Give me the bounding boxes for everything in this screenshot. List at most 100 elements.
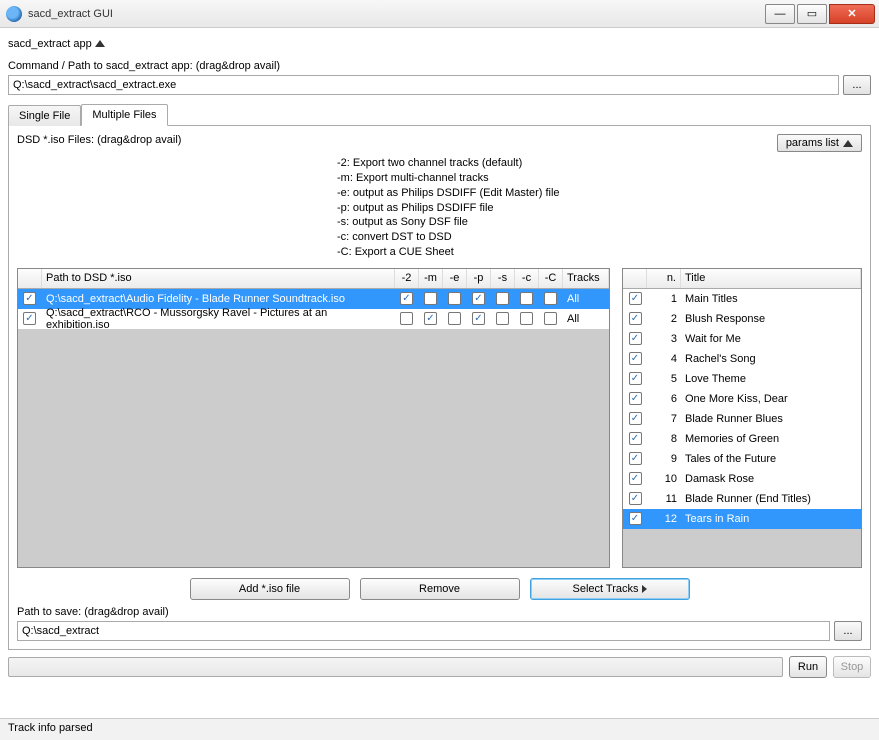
track-title: Rachel's Song <box>681 349 861 369</box>
app-path-input[interactable] <box>8 75 839 95</box>
track-checkbox[interactable] <box>629 372 642 385</box>
run-button[interactable]: Run <box>789 656 827 678</box>
app-path-label: Command / Path to sacd_extract app: (dra… <box>8 60 871 72</box>
track-number: 7 <box>647 409 681 429</box>
opt-checkbox[interactable] <box>448 292 461 305</box>
track-checkbox[interactable] <box>629 492 642 505</box>
track-checkbox[interactable] <box>629 312 642 325</box>
chevron-up-icon <box>843 140 853 147</box>
track-checkbox[interactable] <box>629 352 642 365</box>
track-checkbox[interactable] <box>629 292 642 305</box>
track-number: 3 <box>647 329 681 349</box>
track-row[interactable]: 7Blade Runner Blues <box>623 409 861 429</box>
save-path-browse-button[interactable]: ... <box>834 621 862 641</box>
track-checkbox[interactable] <box>629 392 642 405</box>
track-title: Love Theme <box>681 369 861 389</box>
track-title: Main Titles <box>681 289 861 309</box>
tab-multiple-files[interactable]: Multiple Files <box>81 104 167 126</box>
track-checkbox[interactable] <box>629 432 642 445</box>
app-path-browse-button[interactable]: ... <box>843 75 871 95</box>
track-title: Tales of the Future <box>681 449 861 469</box>
track-title: Blade Runner (End Titles) <box>681 489 861 509</box>
track-title: Blade Runner Blues <box>681 409 861 429</box>
stop-button: Stop <box>833 656 871 678</box>
track-checkbox[interactable] <box>629 412 642 425</box>
track-number: 9 <box>647 449 681 469</box>
row-checkbox[interactable] <box>23 312 36 325</box>
tracks-header: n. Title <box>623 269 861 289</box>
track-number: 12 <box>647 509 681 529</box>
remove-button[interactable]: Remove <box>360 578 520 600</box>
opt-checkbox[interactable] <box>400 292 413 305</box>
params-list-button[interactable]: params list <box>777 134 862 152</box>
opt-checkbox[interactable] <box>520 312 533 325</box>
close-button[interactable]: ✕ <box>829 4 875 24</box>
track-number: 2 <box>647 309 681 329</box>
opt-checkbox[interactable] <box>400 312 413 325</box>
collapse-icon[interactable] <box>95 40 105 47</box>
opt-checkbox[interactable] <box>424 312 437 325</box>
track-row[interactable]: 12Tears in Rain <box>623 509 861 529</box>
maximize-button[interactable]: ▭ <box>797 4 827 24</box>
track-number: 10 <box>647 469 681 489</box>
opt-checkbox[interactable] <box>472 292 485 305</box>
track-row[interactable]: 4Rachel's Song <box>623 349 861 369</box>
track-row[interactable]: 6One More Kiss, Dear <box>623 389 861 409</box>
save-path-input[interactable] <box>17 621 830 641</box>
tracks-cell: All <box>563 289 609 309</box>
track-checkbox[interactable] <box>629 452 642 465</box>
opt-checkbox[interactable] <box>496 312 509 325</box>
track-row[interactable]: 3Wait for Me <box>623 329 861 349</box>
tracks-grid: n. Title 1Main Titles2Blush Response3Wai… <box>622 268 862 568</box>
track-row[interactable]: 2Blush Response <box>623 309 861 329</box>
track-title: Wait for Me <box>681 329 861 349</box>
tracks-cell: All <box>563 309 609 329</box>
iso-grid: Path to DSD *.iso -2 -m -e -p -s -c -C T… <box>17 268 610 568</box>
opt-checkbox[interactable] <box>544 312 557 325</box>
select-tracks-button[interactable]: Select Tracks <box>530 578 690 600</box>
iso-path: Q:\sacd_extract\Audio Fidelity - Blade R… <box>42 289 395 309</box>
save-path-label: Path to save: (drag&drop avail) <box>17 606 862 618</box>
window-title: sacd_extract GUI <box>28 8 763 20</box>
opt-checkbox[interactable] <box>424 292 437 305</box>
options-legend: -2: Export two channel tracks (default)-… <box>337 156 862 260</box>
opt-checkbox[interactable] <box>496 292 509 305</box>
track-number: 6 <box>647 389 681 409</box>
track-number: 5 <box>647 369 681 389</box>
iso-files-label: DSD *.iso Files: (drag&drop avail) <box>17 134 181 146</box>
app-icon <box>6 6 22 22</box>
progress-bar <box>8 657 783 677</box>
tab-single-file[interactable]: Single File <box>8 105 81 126</box>
track-row[interactable]: 8Memories of Green <box>623 429 861 449</box>
add-iso-button[interactable]: Add *.iso file <box>190 578 350 600</box>
minimize-button[interactable]: — <box>765 4 795 24</box>
track-row[interactable]: 10Damask Rose <box>623 469 861 489</box>
track-title: Damask Rose <box>681 469 861 489</box>
track-row[interactable]: 11Blade Runner (End Titles) <box>623 489 861 509</box>
iso-row[interactable]: Q:\sacd_extract\RCO - Mussorgsky Ravel -… <box>18 309 609 329</box>
triangle-right-icon <box>642 585 647 593</box>
opt-checkbox[interactable] <box>544 292 557 305</box>
track-number: 1 <box>647 289 681 309</box>
track-row[interactable]: 9Tales of the Future <box>623 449 861 469</box>
track-row[interactable]: 5Love Theme <box>623 369 861 389</box>
track-checkbox[interactable] <box>629 512 642 525</box>
app-section-label: sacd_extract app <box>8 38 92 50</box>
col-path[interactable]: Path to DSD *.iso <box>42 269 395 288</box>
opt-checkbox[interactable] <box>520 292 533 305</box>
track-number: 8 <box>647 429 681 449</box>
status-bar: Track info parsed <box>0 718 879 740</box>
track-checkbox[interactable] <box>629 332 642 345</box>
titlebar[interactable]: sacd_extract GUI — ▭ ✕ <box>0 0 879 28</box>
opt-checkbox[interactable] <box>472 312 485 325</box>
opt-checkbox[interactable] <box>448 312 461 325</box>
iso-row[interactable]: Q:\sacd_extract\Audio Fidelity - Blade R… <box>18 289 609 309</box>
track-title: Memories of Green <box>681 429 861 449</box>
row-checkbox[interactable] <box>23 292 36 305</box>
track-number: 11 <box>647 489 681 509</box>
iso-grid-header: Path to DSD *.iso -2 -m -e -p -s -c -C T… <box>18 269 609 289</box>
track-title: One More Kiss, Dear <box>681 389 861 409</box>
track-row[interactable]: 1Main Titles <box>623 289 861 309</box>
track-title: Tears in Rain <box>681 509 861 529</box>
track-checkbox[interactable] <box>629 472 642 485</box>
